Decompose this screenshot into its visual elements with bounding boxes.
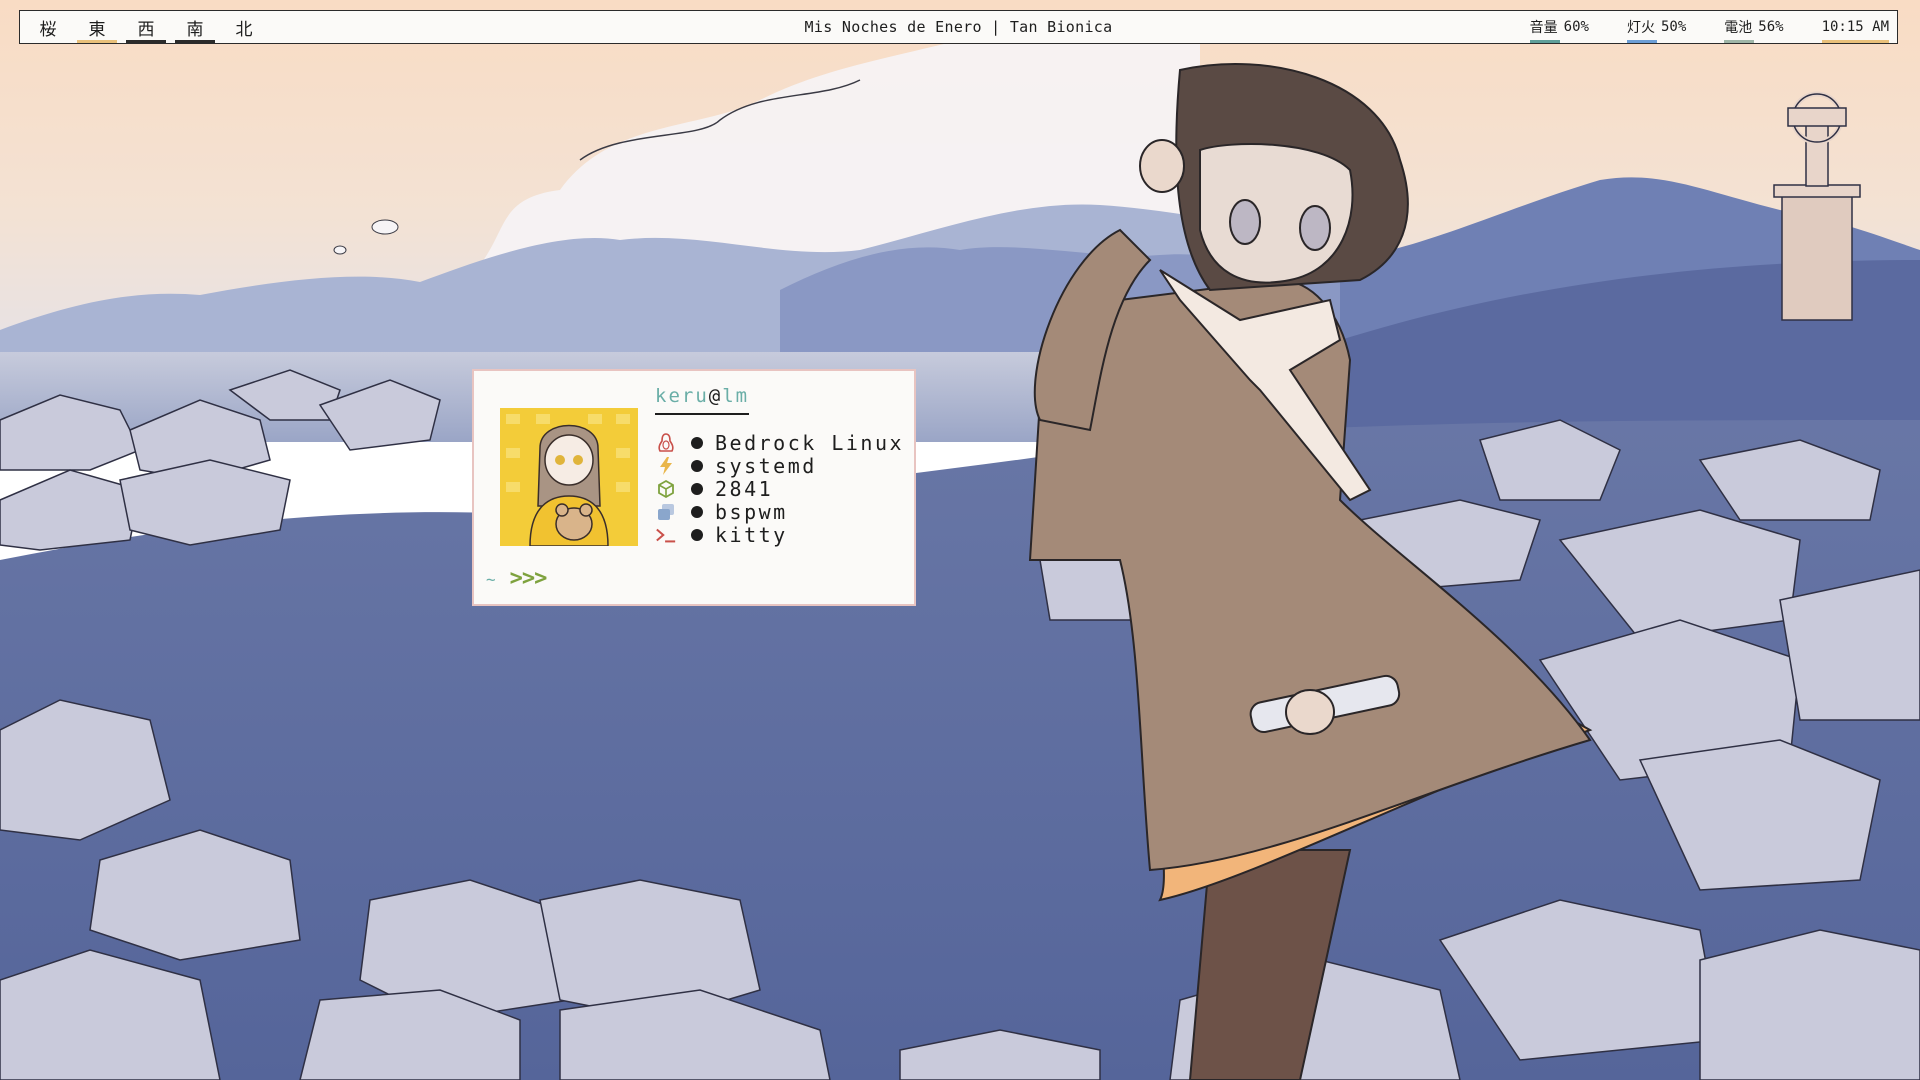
window-title: Mis Noches de Enero | Tan Bionica — [804, 18, 1113, 36]
workspace-switcher: 桜 東 西 南 北 — [20, 11, 273, 43]
info-row-terminal: kitty — [655, 522, 904, 547]
clock-indicator — [1821, 40, 1889, 43]
workspace-3[interactable]: 西 — [126, 11, 166, 43]
volume-indicator — [1529, 40, 1560, 43]
terminal-value: kitty — [715, 522, 788, 547]
workspace-2[interactable]: 東 — [77, 11, 117, 43]
workspace-4[interactable]: 南 — [175, 11, 215, 43]
init-value: systemd — [715, 453, 817, 478]
desktop-wallpaper — [0, 0, 1920, 1080]
bullet — [691, 505, 703, 518]
hostname: lm — [722, 385, 750, 407]
shell-prompt[interactable]: ~ >>> — [486, 566, 548, 591]
username: keru — [655, 385, 709, 407]
info-row-wm: bspwm — [655, 499, 904, 524]
volume-value: 60% — [1563, 19, 1589, 35]
terminal-window[interactable]: keru@lm Bedrock Linux systemd 2841 bspwm… — [472, 369, 916, 606]
volume-label: 音量 — [1529, 20, 1558, 36]
fetch-info-list: Bedrock Linux systemd 2841 bspwm kitty — [655, 430, 905, 547]
brightness-value: 50% — [1660, 19, 1687, 35]
bullet — [691, 436, 703, 449]
bullet — [691, 528, 703, 541]
battery-label: 電池 — [1724, 20, 1753, 36]
lightning-icon — [655, 456, 677, 476]
workspace-1[interactable]: 桜 — [28, 11, 68, 43]
battery-indicator — [1724, 40, 1755, 43]
info-row-init: systemd — [655, 453, 904, 478]
brightness-label: 灯火 — [1626, 20, 1655, 36]
bullet — [691, 459, 703, 472]
linux-penguin-icon — [655, 432, 677, 453]
battery-value: 56% — [1758, 19, 1784, 35]
battery-module[interactable]: 電池 56% — [1724, 11, 1784, 43]
bullet — [691, 482, 703, 495]
package-icon — [655, 479, 677, 499]
windows-stack-icon — [655, 502, 677, 522]
terminal-prompt-icon — [655, 525, 677, 545]
packages-value: 2841 — [715, 476, 774, 501]
info-row-os: Bedrock Linux — [655, 430, 905, 455]
os-value: Bedrock Linux — [715, 430, 905, 455]
fetch-avatar-image — [500, 408, 638, 546]
user-host-header: keru@lm — [655, 385, 750, 415]
brightness-module[interactable]: 灯火 50% — [1626, 11, 1687, 43]
workspace-5[interactable]: 北 — [224, 11, 264, 43]
status-modules: 音量 60% 灯火 50% 電池 56% 10:15 AM — [1492, 11, 1889, 43]
prompt-symbol: >>> — [509, 566, 548, 591]
clock-module[interactable]: 10:15 AM — [1821, 11, 1889, 43]
clock-value: 10:15 AM — [1821, 19, 1889, 35]
at-sign: @ — [708, 385, 723, 407]
brightness-indicator — [1626, 40, 1657, 43]
wm-value: bspwm — [715, 499, 788, 524]
prompt-cwd: ~ — [486, 570, 496, 589]
volume-module[interactable]: 音量 60% — [1529, 11, 1589, 43]
top-status-bar: 桜 東 西 南 北 Mis Noches de Enero | Tan Bion… — [19, 10, 1898, 44]
wallpaper-illustration — [0, 0, 1920, 1080]
info-row-packages: 2841 — [655, 476, 904, 501]
